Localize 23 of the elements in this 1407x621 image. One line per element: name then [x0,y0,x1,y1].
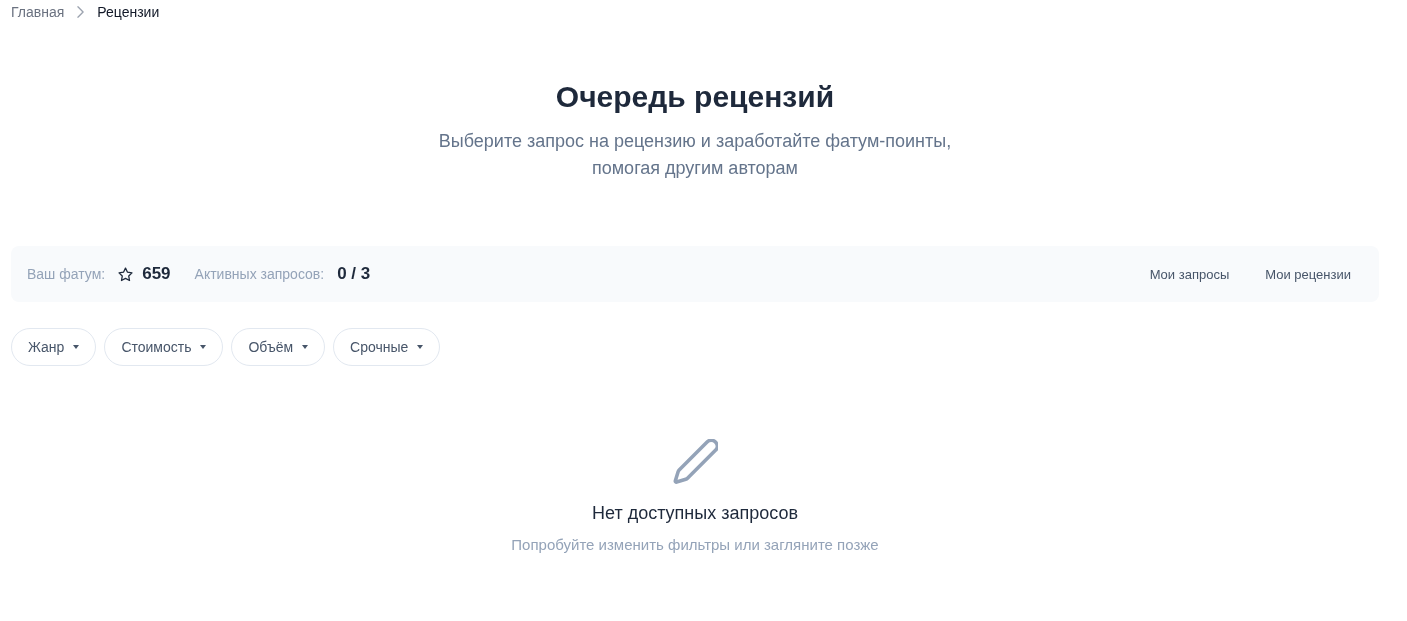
stat-value: 659 [142,264,171,284]
caret-down-icon [73,345,80,349]
page-title: Очередь рецензий [555,79,835,115]
page-subtitle: Выберите запрос на рецензию и заработайте фатум-поинты, помогая другим авторам [438,130,952,180]
caret-down-icon [302,345,309,349]
caret-down-icon [200,345,207,349]
nav-link-button[interactable]: Мои запросы [1133,258,1246,290]
breadcrumb-current: Рецензии [97,4,160,20]
filter-dropdown[interactable]: Срочные [333,328,441,366]
empty-state-title: Нет доступных запросов [591,502,799,525]
nav-link-button[interactable]: Мои рецензии [1249,258,1367,290]
pencil-icon [672,439,718,484]
caret-down-icon [417,345,424,349]
breadcrumb-link[interactable]: Главная [11,4,65,20]
stat-label: Активных запросов: [194,266,325,282]
filter-dropdown[interactable]: Объём [231,328,326,366]
filter-dropdown[interactable]: Жанр [11,328,97,366]
empty-state-hint: Попробуйте изменить фильтры или загляните позже [511,535,879,555]
stat-value: 0 / 3 [337,264,371,284]
filter-dropdown[interactable]: Стоимость [104,328,224,366]
star-icon [118,266,134,282]
chevron-right-icon [77,6,85,18]
stat-label: Ваш фатум: [27,266,106,282]
